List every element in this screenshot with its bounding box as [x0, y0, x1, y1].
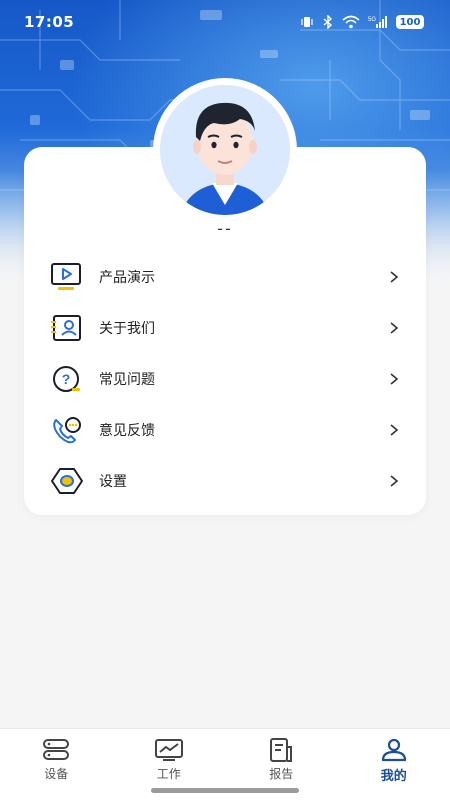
- menu-item-feedback[interactable]: 意见反馈: [24, 404, 426, 455]
- menu-item-faq[interactable]: ? 常见问题: [24, 353, 426, 404]
- video-play-icon: [50, 260, 84, 294]
- menu-label: 关于我们: [99, 320, 155, 337]
- nav-label: 设备: [44, 767, 69, 781]
- svg-text:5G: 5G: [368, 17, 376, 23]
- phone-chat-icon: [50, 413, 84, 447]
- chevron-right-icon: [388, 474, 400, 487]
- chevron-right-icon: [388, 321, 400, 334]
- nav-item-mine[interactable]: 我的: [338, 729, 450, 800]
- menu-label: 意见反馈: [99, 422, 155, 439]
- question-icon: ?: [50, 362, 84, 396]
- signal-5g-icon: 5G: [368, 16, 387, 28]
- vibrate-icon: [301, 17, 313, 27]
- settings-hexagon-icon: [50, 464, 84, 498]
- status-icons: 5G 100: [300, 15, 424, 29]
- menu-item-about-us[interactable]: 关于我们: [24, 302, 426, 353]
- chevron-right-icon: [388, 270, 400, 283]
- avatar[interactable]: [153, 78, 297, 222]
- battery-icon: 100: [396, 15, 424, 29]
- nav-label: 报告: [269, 767, 294, 781]
- nav-label: 工作: [156, 767, 181, 781]
- contact-card-icon: [50, 311, 84, 345]
- svg-text:?: ?: [62, 371, 71, 387]
- nav-item-device[interactable]: 设备: [0, 729, 113, 800]
- status-bar: 17:05 5G 100: [0, 0, 450, 44]
- bluetooth-icon: [323, 15, 333, 29]
- menu-label: 常见问题: [99, 371, 155, 388]
- device-icon: [41, 737, 71, 763]
- home-indicator[interactable]: [151, 788, 299, 793]
- wifi-icon: [342, 15, 360, 29]
- avatar-illustration: [160, 85, 290, 215]
- menu-label: 设置: [99, 473, 127, 490]
- report-icon: [266, 737, 296, 763]
- chevron-right-icon: [388, 372, 400, 385]
- chevron-right-icon: [388, 423, 400, 436]
- nav-label: 我的: [380, 769, 407, 784]
- chart-monitor-icon: [154, 737, 184, 763]
- menu-list: 产品演示 关于我们 ? 常见问题 意见反馈 设置: [24, 251, 426, 506]
- status-time: 17:05: [24, 13, 75, 31]
- menu-item-settings[interactable]: 设置: [24, 455, 426, 506]
- user-icon: [379, 737, 409, 763]
- menu-label: 产品演示: [99, 269, 155, 286]
- menu-item-product-demo[interactable]: 产品演示: [24, 251, 426, 302]
